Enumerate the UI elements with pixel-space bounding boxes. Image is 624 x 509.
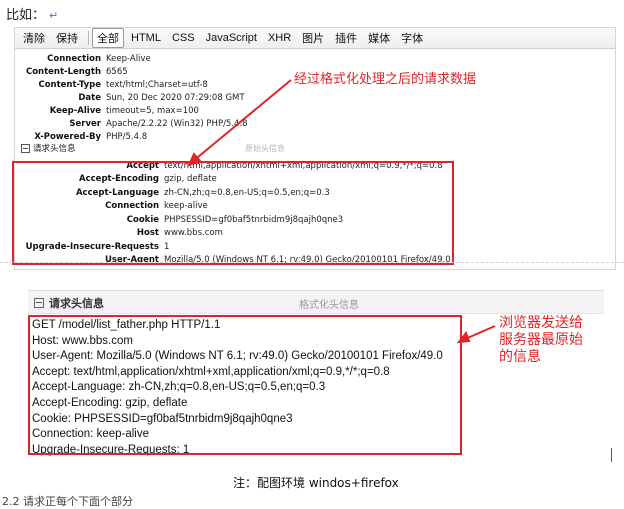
annotation-raw-label: 浏览器发送给 服务器最原始 的信息 xyxy=(499,315,583,366)
annotation-raw-line: 浏览器发送给 xyxy=(499,315,583,331)
section-divider xyxy=(0,262,624,263)
raw-request-headers-toggle[interactable]: 请求头信息 xyxy=(34,295,104,311)
highlight-box-raw xyxy=(28,315,462,455)
text-cursor xyxy=(611,448,612,462)
next-section-heading: 2.2 请求正每个下面个部分 xyxy=(2,495,133,508)
annotation-formatted-label: 经过格式化处理之后的请求数据 xyxy=(294,72,477,87)
annotation-raw-line: 服务器最原始 xyxy=(499,332,583,348)
footnote: 注：配图环境 windos+firefox xyxy=(233,476,399,490)
arrow-formatted-line xyxy=(191,79,292,163)
collapse-icon[interactable] xyxy=(34,298,44,308)
view-formatted-headers-link[interactable]: 格式化头信息 xyxy=(299,296,359,311)
raw-headers-panel-header: 请求头信息 格式化头信息 xyxy=(28,290,604,314)
annotation-raw-line: 的信息 xyxy=(499,349,541,365)
